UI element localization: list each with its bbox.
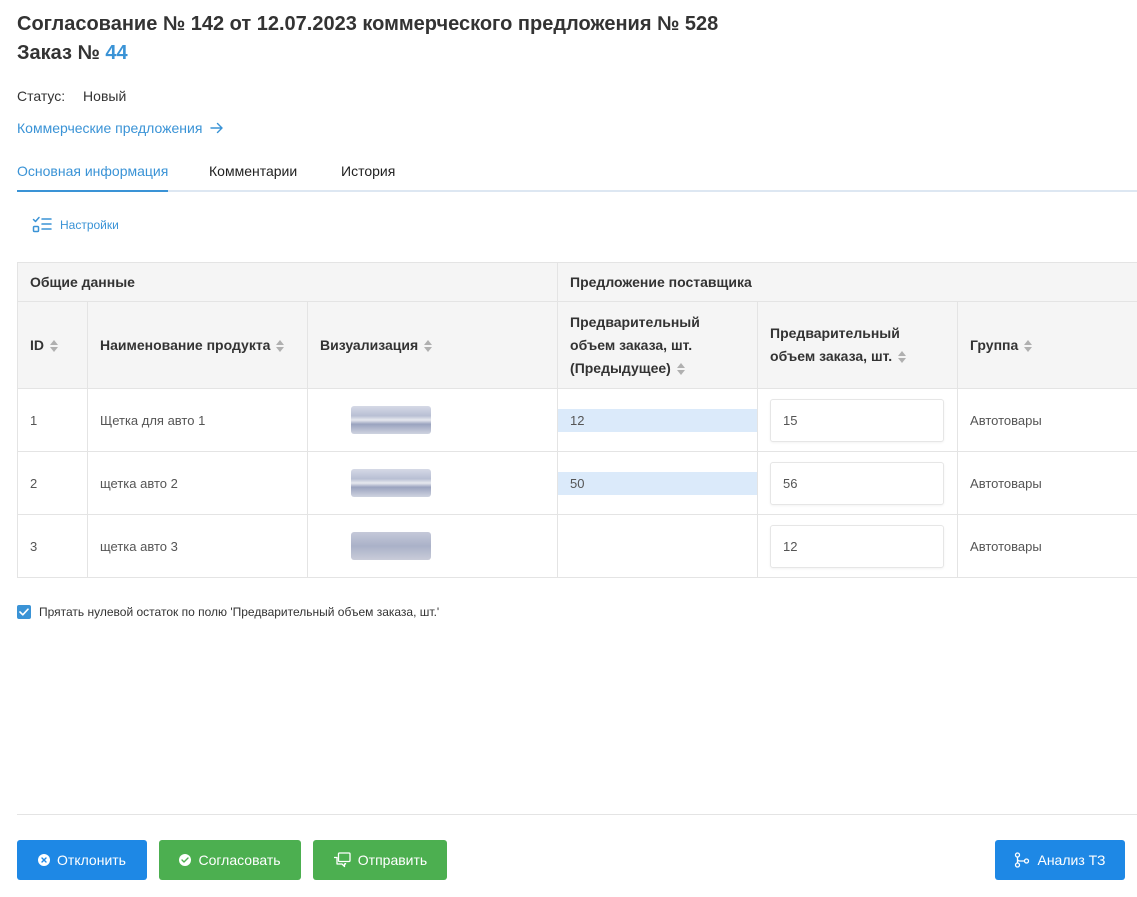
tab-comments[interactable]: Комментарии: [209, 163, 297, 192]
qty-input[interactable]: [770, 524, 945, 568]
order-title: Заказ № 44: [17, 42, 128, 65]
hide-zero-option: Прятать нулевой остаток по полю 'Предвар…: [17, 605, 439, 619]
settings-button[interactable]: Настройки: [32, 216, 119, 234]
analysis-flow-icon: [1015, 852, 1030, 868]
prev-qty-value: 50: [558, 471, 758, 495]
reject-button[interactable]: Отклонить: [17, 840, 147, 880]
reject-button-label: Отклонить: [57, 852, 126, 868]
cell-group: Автотовары: [957, 451, 1137, 515]
hide-zero-label: Прятать нулевой остаток по полю 'Предвар…: [39, 605, 440, 619]
approval-page: Согласование № 142 от 12.07.2023 коммерч…: [0, 0, 1137, 897]
analysis-button[interactable]: Анализ ТЗ: [995, 840, 1125, 880]
commercial-offers-link[interactable]: Коммерческие предложения: [17, 120, 224, 136]
commercial-offers-link-label: Коммерческие предложения: [17, 120, 203, 136]
product-thumbnail[interactable]: [351, 469, 431, 497]
cell-name: Щетка для авто 1: [87, 388, 308, 452]
column-header-id[interactable]: ID: [17, 301, 88, 389]
settings-label: Настройки: [60, 218, 119, 232]
checkmark-icon: [19, 608, 29, 616]
cell-visual: [306, 514, 559, 578]
settings-list-icon: [32, 216, 52, 233]
approve-button[interactable]: Согласовать: [159, 840, 301, 880]
hide-zero-checkbox[interactable]: [17, 605, 31, 619]
sort-icon[interactable]: [898, 351, 907, 364]
cell-qty: [757, 451, 959, 515]
cell-group: Автотовары: [957, 514, 1137, 578]
table-row: 1 Щетка для авто 1 12 Автотовары: [17, 388, 1137, 452]
cell-prev-qty: 50: [557, 451, 759, 515]
column-header-visual[interactable]: Визуализация: [306, 301, 559, 389]
sort-icon[interactable]: [1024, 339, 1033, 352]
approve-button-label: Согласовать: [198, 852, 281, 868]
cell-id: 1: [17, 388, 88, 452]
sort-icon[interactable]: [50, 339, 58, 352]
tab-history[interactable]: История: [341, 163, 395, 192]
page-title: Согласование № 142 от 12.07.2023 коммерч…: [17, 13, 719, 35]
column-header-prev-qty[interactable]: Предварительный объем заказа, шт. (Преды…: [557, 301, 759, 389]
group-supplier-offer: Предложение поставщика: [557, 262, 1137, 302]
close-circle-icon: [38, 854, 51, 866]
table-column-header: ID Наименование продукта Визуализация Пр…: [17, 301, 1137, 389]
cell-name: щетка авто 2: [87, 451, 308, 515]
sort-icon[interactable]: [676, 362, 685, 375]
sort-icon[interactable]: [424, 339, 433, 352]
status-value: Новый: [83, 88, 127, 104]
qty-input[interactable]: [770, 398, 945, 442]
arrow-right-icon: [210, 122, 224, 134]
status-label: Статус:: [17, 88, 66, 104]
group-general-data: Общие данные: [16, 262, 559, 302]
order-number-link[interactable]: 44: [105, 42, 127, 64]
table-row: 3 щетка авто 3 Автотовары: [17, 514, 1137, 578]
send-button[interactable]: Отправить: [313, 840, 447, 880]
cell-visual: [306, 451, 559, 515]
product-thumbnail[interactable]: [351, 406, 431, 434]
product-thumbnail[interactable]: [351, 532, 431, 560]
cell-qty: [757, 514, 959, 578]
table-row: 2 щетка авто 2 50 Автотовары: [17, 451, 1137, 515]
check-circle-icon: [179, 854, 192, 866]
cell-id: 3: [17, 514, 88, 578]
prev-qty-value: 12: [558, 408, 758, 432]
cell-group: Автотовары: [957, 388, 1137, 452]
qty-input[interactable]: [770, 461, 945, 505]
cell-prev-qty: 12: [557, 388, 759, 452]
table-group-header: Общие данные Предложение поставщика: [16, 262, 1137, 302]
analysis-button-label: Анализ ТЗ: [1037, 852, 1106, 868]
column-header-group[interactable]: Группа: [957, 301, 1137, 389]
cell-name: щетка авто 3: [87, 514, 308, 578]
column-header-name[interactable]: Наименование продукта: [87, 301, 308, 389]
send-button-label: Отправить: [357, 852, 428, 868]
sort-icon[interactable]: [276, 339, 285, 352]
order-label: Заказ №: [17, 42, 100, 64]
cell-id: 2: [17, 451, 88, 515]
column-header-qty[interactable]: Предварительный объем заказа, шт.: [757, 301, 959, 389]
footer-divider: [17, 814, 1137, 815]
cell-visual: [306, 388, 559, 452]
tabs-bar: Основная информация Комментарии История: [17, 160, 1137, 192]
tab-main-info[interactable]: Основная информация: [17, 163, 169, 192]
cell-prev-qty: [557, 514, 759, 578]
status-line: Статус: Новый: [17, 88, 126, 104]
send-message-icon: [333, 852, 351, 868]
products-table: Общие данные Предложение поставщика ID Н…: [16, 262, 1137, 578]
cell-qty: [757, 388, 959, 452]
